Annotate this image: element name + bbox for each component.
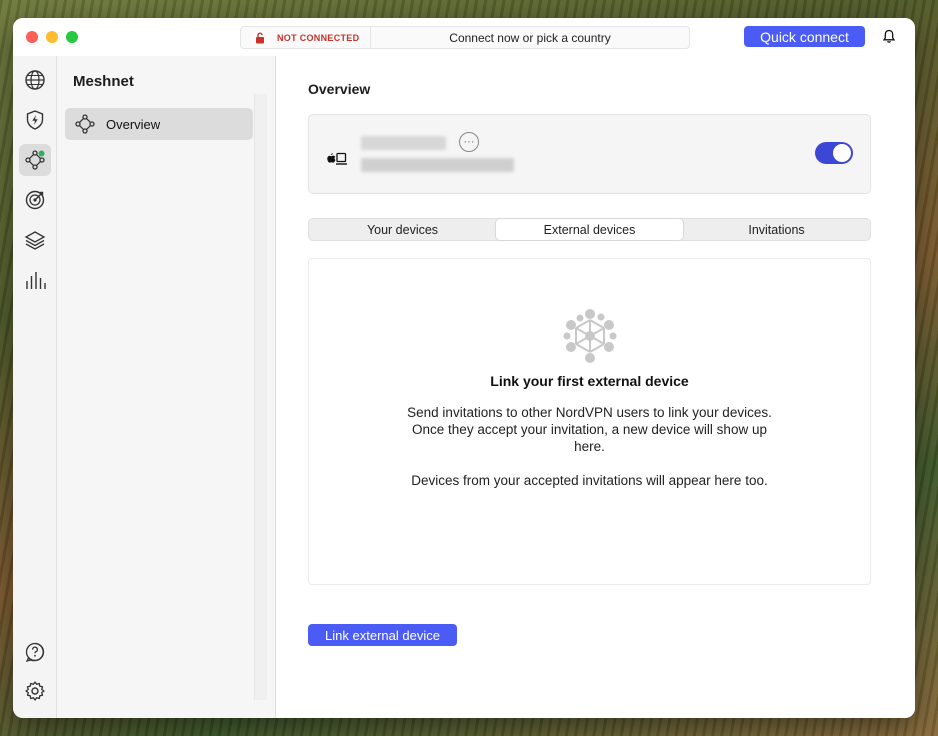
sidebar-item-overview[interactable]: Overview [65, 108, 253, 140]
empty-state-note: Devices from your accepted invitations w… [411, 473, 768, 488]
meshnet-icon [25, 150, 45, 170]
nav-item-settings[interactable] [19, 675, 51, 707]
tab-external-devices[interactable]: External devices [496, 219, 683, 240]
connection-status: NOT CONNECTED [241, 27, 371, 48]
nav-item-statistics[interactable] [19, 264, 51, 296]
sidebar-scrollbar[interactable] [254, 94, 267, 700]
ellipsis-icon: ··· [463, 135, 475, 148]
close-window-button[interactable] [26, 31, 38, 43]
device-more-options-button[interactable]: ··· [459, 132, 479, 152]
nav-item-help[interactable] [19, 636, 51, 668]
tab-invitations[interactable]: Invitations [683, 219, 870, 240]
sidebar-title: Meshnet [73, 73, 134, 90]
title-bar: NOT CONNECTED Connect now or pick a coun… [13, 18, 915, 57]
target-icon [25, 190, 45, 210]
unlocked-icon [256, 32, 264, 43]
external-devices-empty-state: Link your first external device Send inv… [308, 258, 871, 585]
connection-status-bar[interactable]: NOT CONNECTED Connect now or pick a coun… [240, 26, 690, 49]
link-external-device-button[interactable]: Link external device [308, 624, 457, 646]
device-address-redacted [361, 158, 514, 172]
nav-item-threat-protection[interactable] [19, 104, 51, 136]
empty-state-description: Send invitations to other NordVPN users … [407, 405, 772, 454]
stats-icon [26, 272, 46, 289]
layers-icon [24, 231, 46, 250]
meshnet-icon [75, 114, 95, 134]
empty-state-title: Link your first external device [490, 373, 689, 389]
meshnet-toggle[interactable] [815, 142, 853, 164]
sidebar-item-label: Overview [106, 116, 161, 132]
mac-device-icon [327, 152, 347, 165]
meshnet-sidebar: Meshnet Overview [57, 56, 276, 718]
devices-tab-control: Your devices External devices Invitation… [308, 218, 871, 241]
toggle-knob [833, 144, 851, 162]
page-title: Overview [308, 81, 371, 97]
tab-your-devices[interactable]: Your devices [309, 219, 496, 240]
status-text: NOT CONNECTED [277, 32, 360, 43]
nav-item-meshnet[interactable] [19, 144, 51, 176]
connect-prompt[interactable]: Connect now or pick a country [371, 27, 689, 48]
globe-icon [25, 70, 45, 90]
icon-navigation-bar [13, 56, 57, 718]
nav-item-servers[interactable] [19, 64, 51, 96]
bell-icon[interactable] [882, 29, 896, 44]
this-device-card: ··· [308, 114, 871, 194]
minimize-window-button[interactable] [46, 31, 58, 43]
main-content: Overview ··· Your devices External devic… [276, 56, 915, 718]
maximize-window-button[interactable] [66, 31, 78, 43]
gear-icon [25, 681, 45, 701]
nav-item-dark-web-monitor[interactable] [19, 184, 51, 216]
shield-bolt-icon [26, 110, 44, 130]
mesh-network-illustration-icon [563, 309, 617, 363]
nav-item-split-tunneling[interactable] [19, 224, 51, 256]
help-icon [25, 642, 45, 663]
app-window: NOT CONNECTED Connect now or pick a coun… [13, 18, 915, 718]
device-name-redacted [361, 136, 446, 150]
quick-connect-button[interactable]: Quick connect [744, 26, 865, 47]
